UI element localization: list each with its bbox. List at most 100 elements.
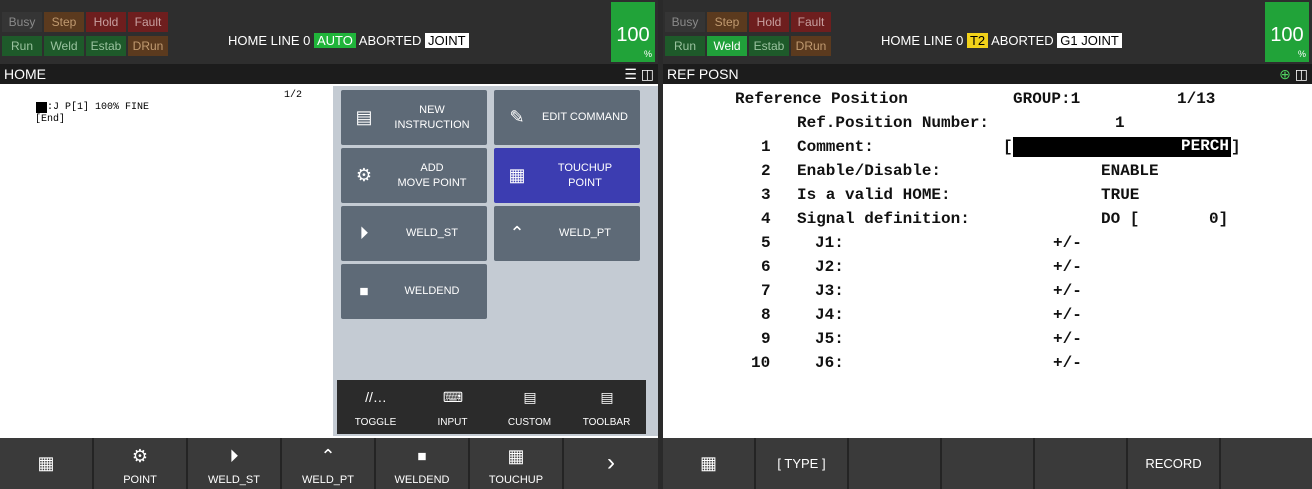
coord-badge: JOINT [425, 33, 469, 48]
busy-indicator: Busy [2, 12, 42, 32]
signal-type[interactable]: DO [ [1101, 210, 1139, 228]
toggle-button[interactable]: //… TOGGLE [337, 380, 414, 434]
program-end-line[interactable]: [End] [35, 114, 65, 125]
input-label: INPUT [437, 417, 468, 428]
weld-pt-fkey-label: WELD_PT [302, 474, 354, 486]
status-line: HOME LINE 0 AUTO ABORTED JOINT [228, 33, 469, 48]
refnum-label: Ref.Position Number: [797, 114, 990, 132]
ref-page: 1/13 [1177, 90, 1216, 108]
reference-position-screen: Reference Position GROUP:1 1/13 Ref.Posi… [663, 86, 1312, 436]
fkey-3[interactable] [849, 438, 942, 489]
function-key-bar: ▦ [ TYPE ] RECORD [663, 438, 1312, 489]
toolbar-options-bar: //… TOGGLE ⌨ INPUT ▤ CUSTOM ▤ TOOLBAR [337, 380, 646, 434]
override-indicator[interactable]: 100 % [1265, 2, 1309, 62]
fkey-5[interactable] [1035, 438, 1128, 489]
touchup-point-label: TOUCHUP POINT [557, 161, 613, 189]
custom-button[interactable]: ▤ CUSTOM [491, 380, 568, 434]
touchup-icon: ▦ [507, 446, 525, 466]
fault-indicator: Fault [791, 12, 831, 32]
enable-label: Enable/Disable: [797, 162, 942, 180]
hold-indicator: Hold [749, 12, 789, 32]
menu-fkey[interactable]: ▦ [0, 438, 94, 489]
comment-label: Comment: [797, 138, 874, 156]
weld-st-fkey[interactable]: ⏵ WELD_ST [188, 438, 282, 489]
edit-command-label: EDIT COMMAND [542, 111, 628, 123]
mode-badge: AUTO [313, 33, 356, 48]
signal-index[interactable]: 0] [1209, 210, 1228, 228]
chevron-right-icon: › [607, 449, 615, 476]
weldend-button[interactable]: ⏹ WELDEND [341, 264, 487, 319]
valid-home-value[interactable]: TRUE [1101, 186, 1139, 204]
joint-row-num: 8 [761, 306, 771, 324]
ref-posn-panel: Busy Step Hold Fault Run Weld Estab DRun… [663, 0, 1312, 489]
fkey-4[interactable] [942, 438, 1035, 489]
override-percent: % [1297, 49, 1306, 59]
zoom-in-icon[interactable]: ⊕ [1279, 66, 1291, 82]
joint-row-num: 10 [751, 354, 771, 372]
joint-label: J2: [815, 258, 844, 276]
menu-fkey[interactable]: ▦ [663, 438, 756, 489]
joint-label: J6: [815, 354, 844, 372]
drun-indicator: DRun [791, 36, 831, 56]
toolbar-icon: ▤ [600, 389, 614, 405]
type-fkey[interactable]: [ TYPE ] [756, 438, 849, 489]
run-indicator: Run [2, 36, 42, 56]
refnum-value[interactable]: 1 [1115, 114, 1125, 132]
joint-row-num: 6 [761, 258, 771, 276]
page-title: HOME ☰ ◫ [0, 64, 658, 84]
edit-command-button[interactable]: ✎ EDIT COMMAND [494, 90, 640, 145]
estab-indicator: Estab [86, 36, 126, 56]
touchup-fkey[interactable]: ▦ TOUCHUP [470, 438, 564, 489]
custom-label: CUSTOM [507, 417, 552, 428]
weld-pt-label: WELD_PT [559, 227, 611, 239]
add-move-point-icon: ⚙ [355, 165, 373, 185]
weld-end-icon: ⏹ [359, 281, 369, 301]
new-instruction-button[interactable]: ▤ NEW INSTRUCTION [341, 90, 487, 145]
touchup-point-button[interactable]: ▦ TOUCHUP POINT [494, 148, 640, 203]
add-move-point-button[interactable]: ⚙ ADD MOVE POINT [341, 148, 487, 203]
row-2-num: 2 [761, 162, 771, 180]
point-fkey[interactable]: ⚙ POINT [94, 438, 188, 489]
point-fkey-label: POINT [123, 474, 157, 486]
page-title-text: REF POSN [667, 66, 739, 82]
joint-tolerance-sign: +/- [1053, 234, 1082, 252]
grid-menu-icon: ▦ [699, 453, 717, 473]
new-instruction-label: NEW INSTRUCTION [394, 103, 470, 131]
grid-menu-icon: ▦ [37, 453, 55, 473]
fkey-7[interactable] [1221, 438, 1312, 489]
override-indicator[interactable]: 100 % [611, 2, 655, 62]
new-instruction-icon: ▤ [355, 107, 373, 127]
enable-value[interactable]: ENABLE [1101, 162, 1159, 180]
row-3-num: 3 [761, 186, 771, 204]
toggle-icon: //… [365, 389, 387, 405]
joint-label: J4: [815, 306, 844, 324]
weld-st-label: WELD_ST [406, 227, 458, 239]
program-editor[interactable]: 1/2 1:J P[1] 100% FINE [End] [0, 86, 333, 436]
ref-heading: Reference Position [735, 90, 908, 108]
weld-pt-fkey[interactable]: ⌃ WELD_PT [282, 438, 376, 489]
toolbar-button[interactable]: ▤ TOOLBAR [568, 380, 645, 434]
joint-label: J1: [815, 234, 844, 252]
run-indicator: Run [665, 36, 705, 56]
ref-group: GROUP:1 [1013, 90, 1081, 108]
line-cursor[interactable]: 1 [36, 102, 48, 113]
page-title: REF POSN ⊕ ◫ [663, 64, 1312, 84]
comment-field[interactable]: PERCH [1013, 137, 1231, 157]
weld-indicator: Weld [44, 36, 84, 56]
editor-page: 1/2 [284, 90, 303, 101]
split-view-icon[interactable]: ◫ [1295, 66, 1308, 82]
joint-row-num: 9 [761, 330, 771, 348]
next-page-fkey[interactable]: › [564, 438, 658, 489]
program-line: HOME LINE 0 [881, 33, 964, 48]
joint-tolerance-sign: +/- [1053, 258, 1082, 276]
home-panel: Busy Step Hold Fault Run Weld Estab DRun… [0, 0, 658, 489]
weldend-fkey[interactable]: ⏹ WELDEND [376, 438, 470, 489]
weld-st-button[interactable]: ⏵ WELD_ST [341, 206, 487, 261]
weld-pt-button[interactable]: ⌃ WELD_PT [494, 206, 640, 261]
record-fkey[interactable]: RECORD [1128, 438, 1221, 489]
program-line-1[interactable]: 1:J P[1] 100% FINE [36, 102, 149, 113]
list-icon[interactable]: ☰ [624, 66, 637, 82]
split-view-icon[interactable]: ◫ [641, 66, 654, 82]
input-button[interactable]: ⌨ INPUT [414, 380, 491, 434]
joint-tolerance-sign: +/- [1053, 330, 1082, 348]
